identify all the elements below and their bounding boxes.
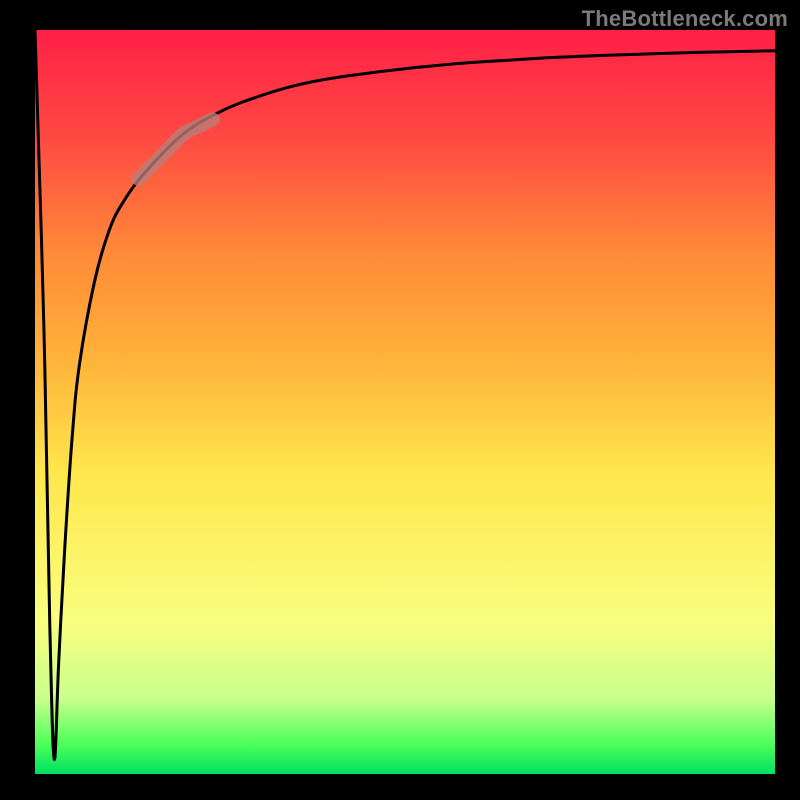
plot-background: [35, 30, 775, 774]
bottleneck-chart: [0, 0, 800, 800]
chart-root: TheBottleneck.com: [0, 0, 800, 800]
watermark-text: TheBottleneck.com: [582, 6, 788, 32]
